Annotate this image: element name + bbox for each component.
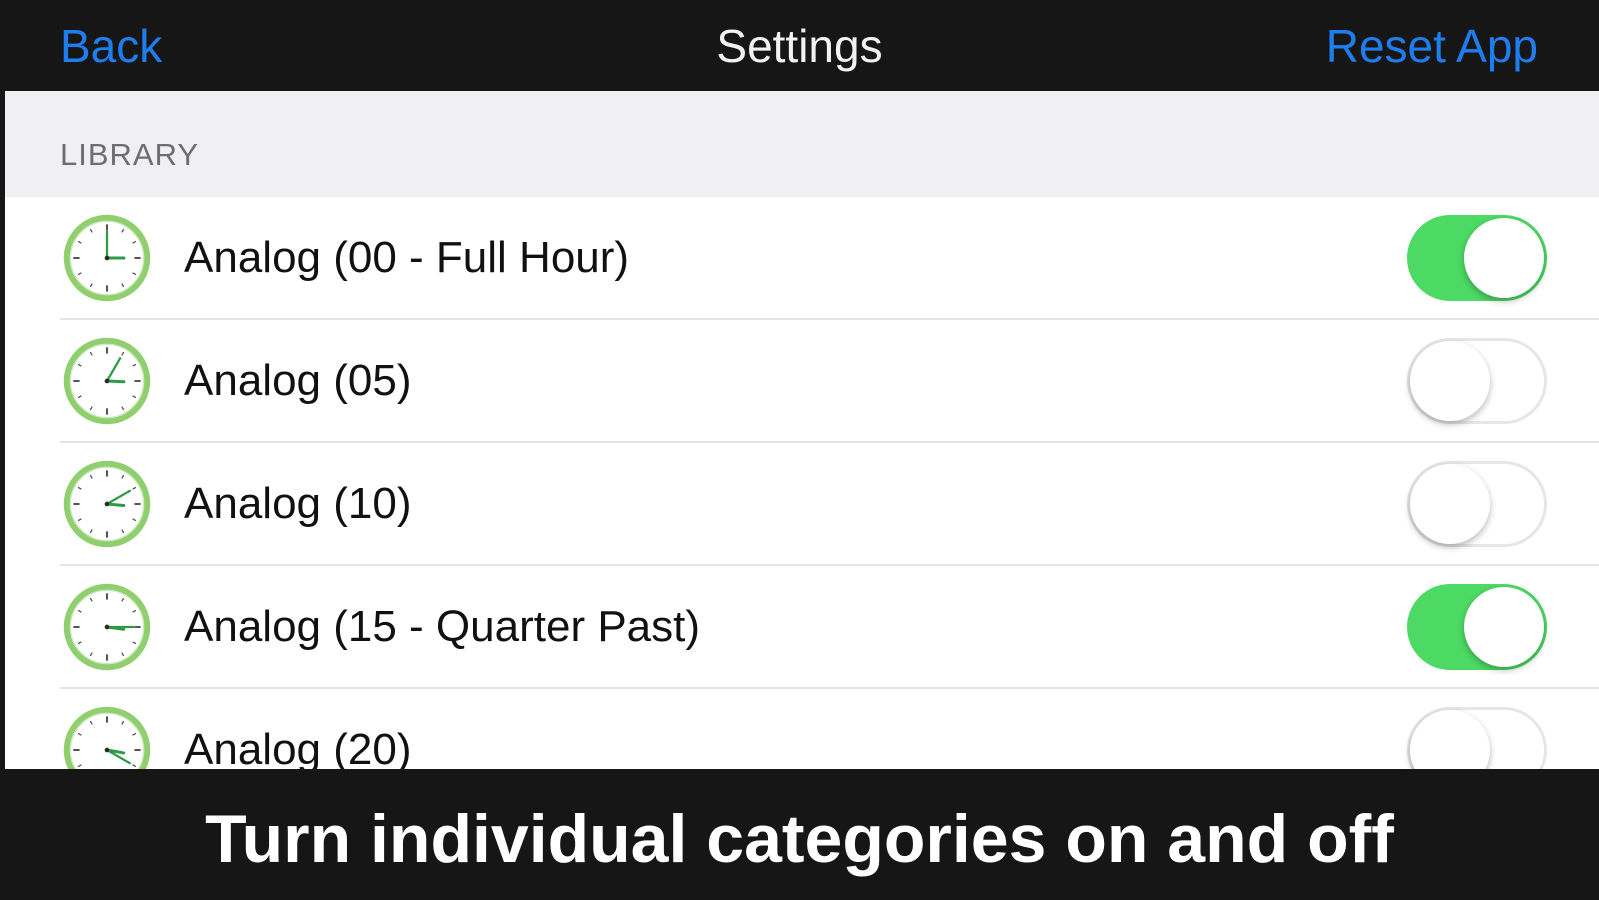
caption-bar: Turn individual categories on and off (0, 769, 1599, 900)
list-item: Analog (20) (5, 689, 1599, 769)
category-label: Analog (05) (184, 356, 412, 405)
caption-text: Turn individual categories on and off (205, 801, 1394, 877)
list-item: Analog (15 - Quarter Past) (5, 566, 1599, 689)
category-label: Analog (15 - Quarter Past) (184, 602, 701, 651)
toggle-knob (1410, 710, 1490, 769)
category-toggle[interactable] (1407, 338, 1547, 424)
category-toggle[interactable] (1407, 461, 1547, 547)
clock-icon (63, 583, 151, 671)
settings-screen: Back Settings Reset App LIBRARY Analog (… (0, 0, 1599, 900)
clock-icon (63, 337, 151, 425)
clock-icon (63, 214, 151, 302)
category-toggle[interactable] (1407, 707, 1547, 769)
category-toggle[interactable] (1407, 215, 1547, 301)
reset-app-button[interactable]: Reset App (1326, 19, 1538, 73)
category-toggle[interactable] (1407, 584, 1547, 670)
list-item: Analog (00 - Full Hour) (5, 197, 1599, 320)
clock-icon (63, 460, 151, 548)
category-label: Analog (10) (184, 479, 412, 528)
category-label: Analog (00 - Full Hour) (184, 233, 630, 282)
list-item: Analog (05) (5, 320, 1599, 443)
section-header-library: LIBRARY (5, 91, 1599, 197)
navigation-bar: Back Settings Reset App (0, 0, 1599, 91)
toggle-knob (1410, 341, 1490, 421)
toggle-knob (1410, 464, 1490, 544)
list-item: Analog (10) (5, 443, 1599, 566)
settings-panel: LIBRARY Analog (00 - Full Hour) Analog (… (5, 91, 1599, 769)
category-label: Analog (20) (184, 725, 412, 769)
category-list: Analog (00 - Full Hour) Analog (05) Anal… (5, 197, 1599, 769)
section-title: LIBRARY (60, 137, 200, 172)
toggle-knob (1464, 587, 1544, 667)
toggle-knob (1464, 218, 1544, 298)
clock-icon (63, 706, 151, 769)
